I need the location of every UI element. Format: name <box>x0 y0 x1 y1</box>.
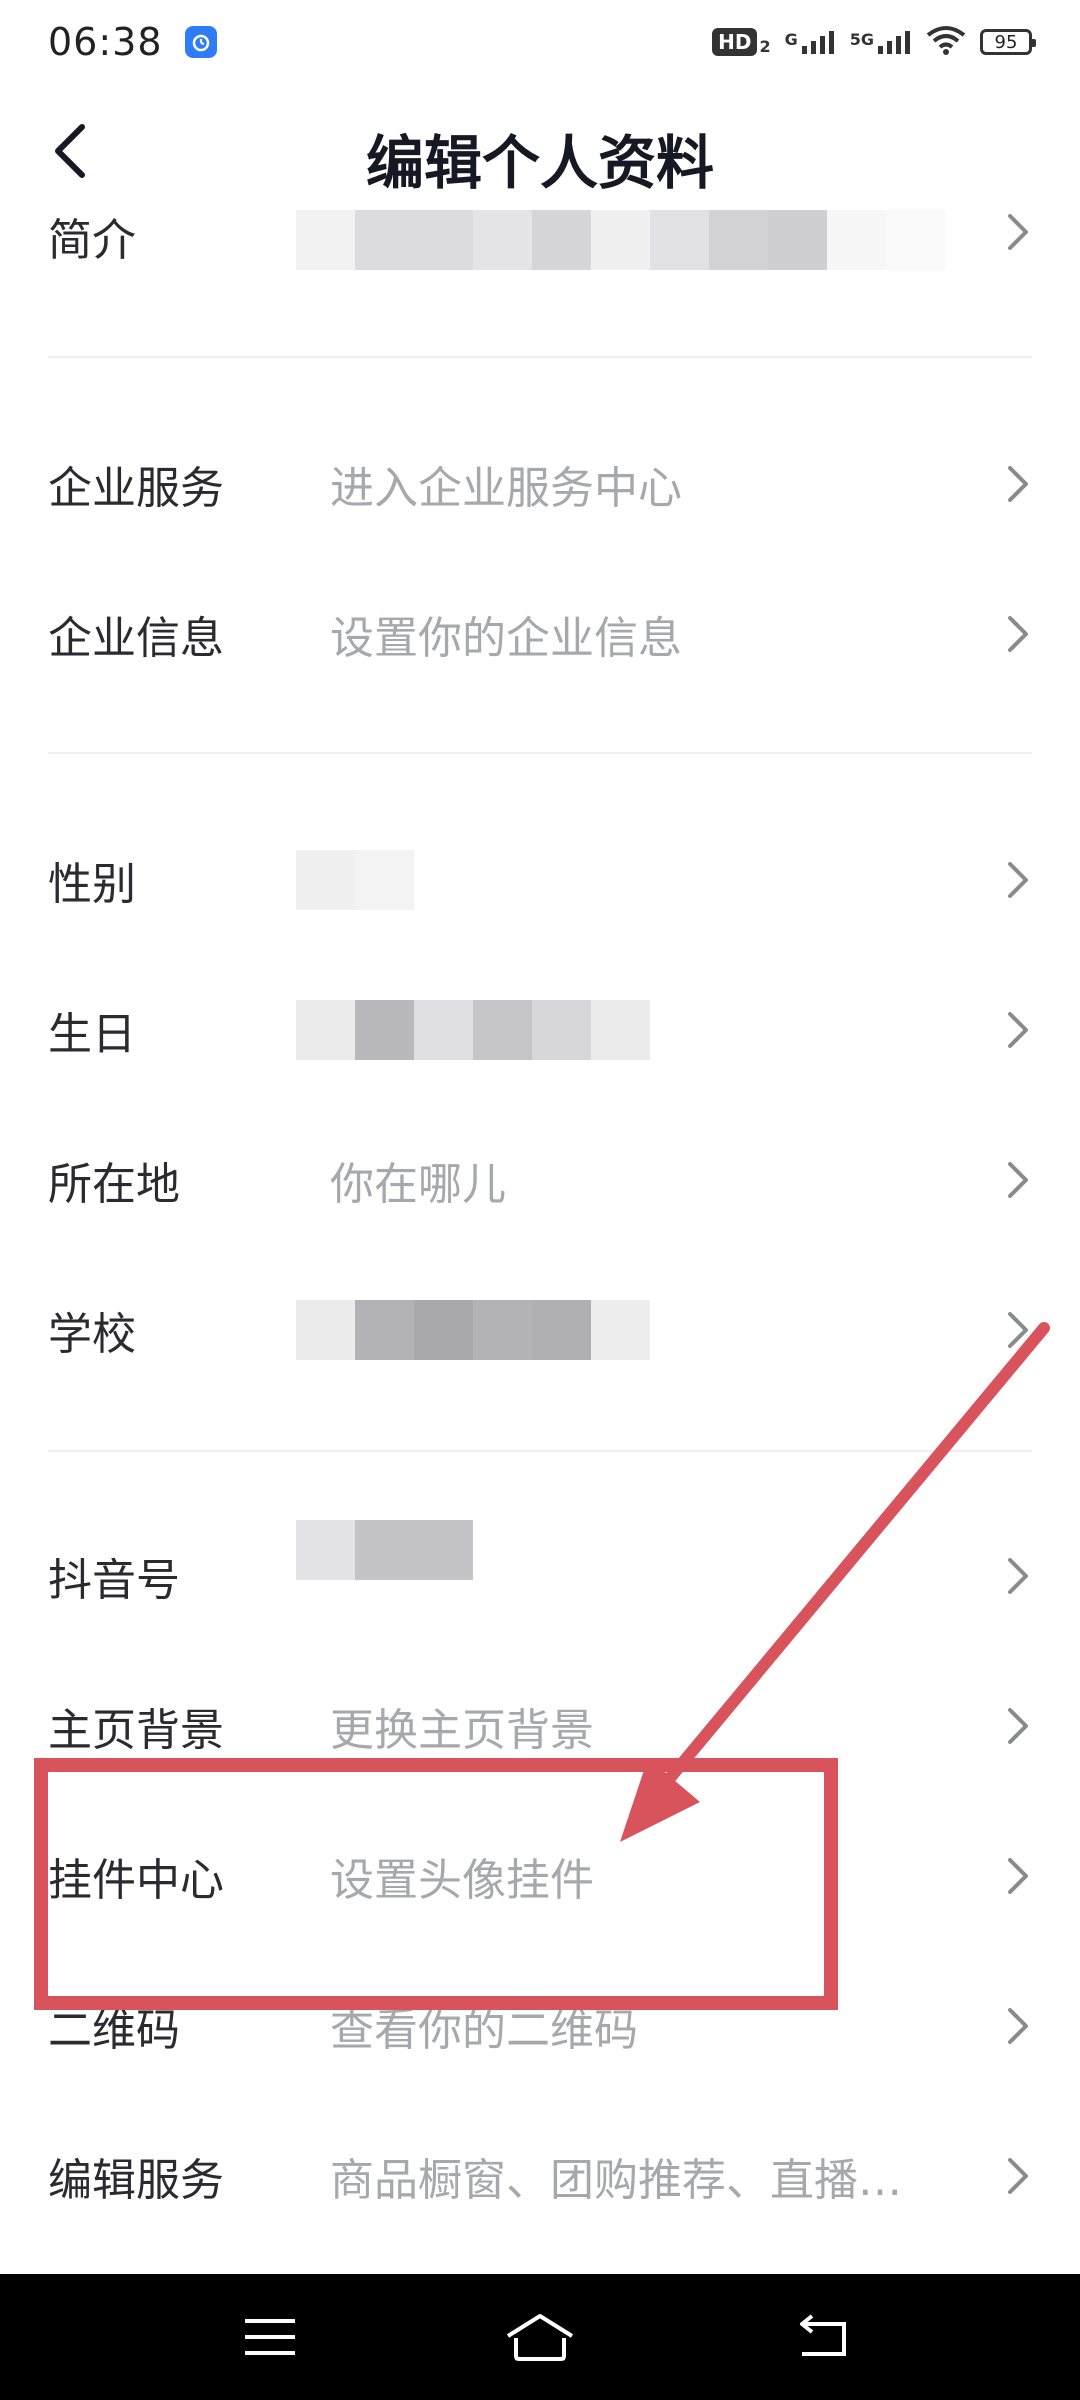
nav-menu-button[interactable] <box>230 2302 310 2372</box>
back-icon <box>800 2314 846 2356</box>
system-nav-bar <box>0 2274 1080 2400</box>
menu-icon <box>245 2319 295 2355</box>
nav-back-button[interactable] <box>784 2302 864 2372</box>
nav-home-button[interactable] <box>500 2302 580 2372</box>
annotation-arrow-icon <box>620 1322 1050 1842</box>
home-icon <box>506 2314 574 2361</box>
